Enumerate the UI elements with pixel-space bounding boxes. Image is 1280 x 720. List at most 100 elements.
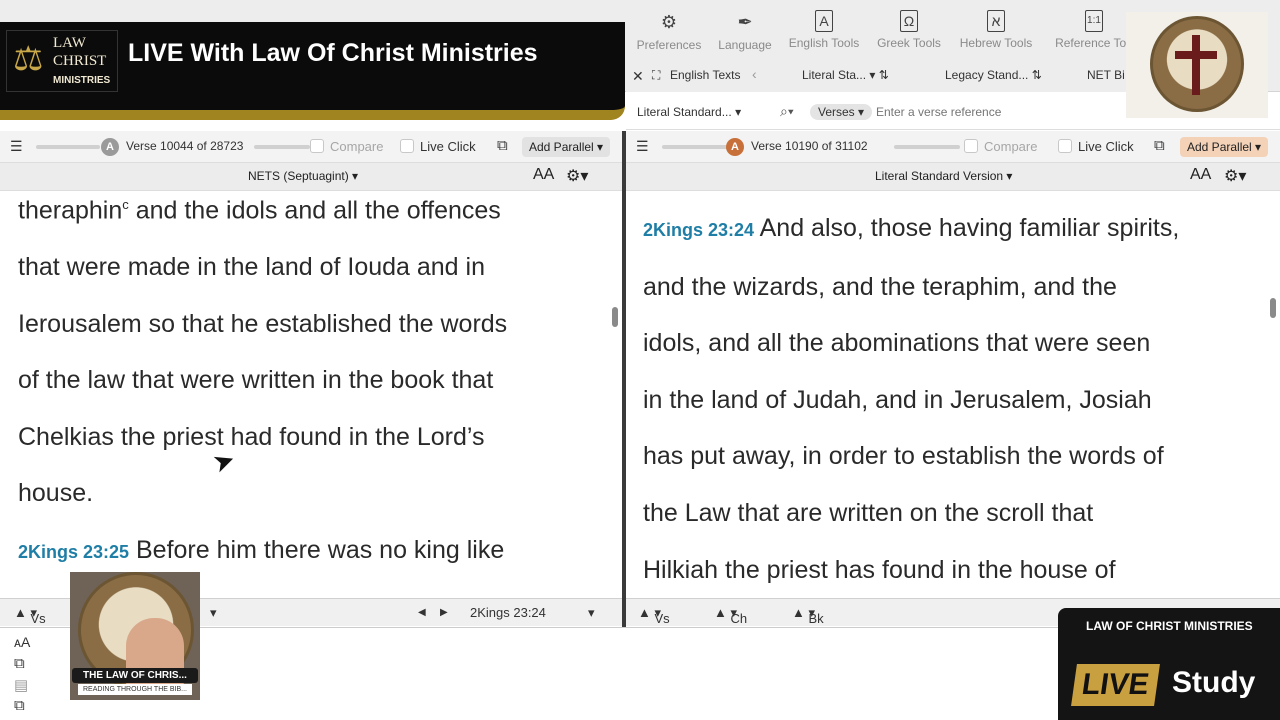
passage-line: house. <box>18 479 94 508</box>
verse-nav[interactable]: ▲ Vs ▾ <box>638 605 670 626</box>
right-tab-row: ✕ ⛶ English Texts ‹ Literal Sta... ▾ ⇅ L… <box>626 58 1126 92</box>
passage-line: idols, and all the abominations that wer… <box>643 329 1151 358</box>
passage-line: Hilkiah the priest has found in the hous… <box>643 555 1116 584</box>
nav-dropdown-icon[interactable]: ▾ <box>210 605 217 621</box>
left-scrollbar-thumb[interactable] <box>612 307 618 327</box>
english-tools-tool[interactable]: A English Tools <box>779 10 869 50</box>
close-icon[interactable]: ✕ <box>632 68 644 85</box>
passage-line: and the wizards, and the teraphim, and t… <box>643 272 1117 301</box>
passage-line: the Law that are written on the scroll t… <box>643 498 1094 527</box>
live-click-toggle[interactable]: Live Click <box>1058 139 1134 154</box>
hebrew-tools-icon: א <box>987 10 1005 32</box>
compare-checkbox[interactable] <box>964 139 978 153</box>
verse-reference[interactable]: 2Kings 23:24 <box>643 220 754 240</box>
layers-icon[interactable]: ⧉ <box>14 697 25 714</box>
verse-slider-track[interactable] <box>662 145 732 149</box>
verse-reference[interactable]: 2Kings 23:25 <box>18 542 129 562</box>
verse-nav[interactable]: ▲ Vs ▾ <box>14 605 46 626</box>
tab-group-english-texts[interactable]: English Texts <box>670 68 740 82</box>
copy-icon[interactable]: ⧉ <box>14 655 25 672</box>
tab-literal-standard[interactable]: Literal Sta... ▾ ⇅ <box>802 68 889 82</box>
version-badge: A <box>101 138 119 156</box>
stream-banner: ⚖ LAW CHRIST MINISTRIES LIVE With Law Of… <box>0 22 625 120</box>
list-icon[interactable]: ☰ <box>636 138 649 155</box>
passage-line: Chelkias the priest had found in the Lor… <box>18 422 485 451</box>
clipboard-icon[interactable]: ▤ <box>14 676 28 694</box>
gear-icon[interactable]: ⚙▾ <box>566 166 588 186</box>
compare-slider[interactable] <box>894 145 960 149</box>
greek-tools-tool[interactable]: Ω Greek Tools <box>864 10 954 50</box>
passage-line: theraphinc and the idols and all the off… <box>18 196 501 225</box>
copy-icon[interactable]: ⧉ <box>497 137 508 154</box>
ministry-logo: ⚖ LAW CHRIST MINISTRIES <box>6 30 118 92</box>
right-resource-bar: Literal Standard Version ▾ AA ⚙▾ <box>626 163 1280 191</box>
chevron-left-icon[interactable]: ‹ <box>752 66 757 82</box>
right-pane-toolbar: ☰ A Verse 10190 of 31102 Compare Live Cl… <box>626 131 1280 163</box>
passage-line: Ierousalem so that he established the wo… <box>18 309 508 338</box>
quill-icon: ✒ <box>737 12 753 32</box>
book-nav[interactable]: ▲ Bk ▾ <box>792 605 824 626</box>
tab-legacy-standard[interactable]: Legacy Stand... ⇅ <box>945 68 1042 82</box>
tab-net-bible[interactable]: NET Bi <box>1087 68 1125 82</box>
passage-line: 2Kings 23:24 And also, those having fami… <box>643 214 1180 242</box>
font-size-icon[interactable]: ᴀA <box>14 634 30 650</box>
passage-line: that were made in the land of Iouda and … <box>18 252 485 281</box>
right-text-pane: 2Kings 23:24 And also, those having fami… <box>626 191 1266 598</box>
verse-slider-track[interactable] <box>36 145 100 149</box>
reference-display[interactable]: 2Kings 23:24 <box>470 605 546 620</box>
compare-slider[interactable] <box>254 145 310 149</box>
passage-line: has put away, in order to establish the … <box>643 442 1164 471</box>
study-label: Study <box>1172 666 1256 699</box>
copy-icon[interactable]: ⧉ <box>1154 137 1165 154</box>
ministry-seal-overlay <box>1126 12 1268 118</box>
version-badge: A <box>726 138 744 156</box>
scope-select[interactable]: Verses ▾ <box>810 104 873 120</box>
compare-toggle[interactable]: Compare <box>310 139 383 154</box>
expand-icon[interactable]: ⛶ <box>652 68 660 83</box>
font-size-icon[interactable]: AA <box>533 166 554 184</box>
add-parallel-button[interactable]: Add Parallel ▾ <box>1180 137 1269 157</box>
live-box-title: LAW OF CHRIST MINISTRIES <box>1086 619 1253 633</box>
resource-select[interactable]: NETS (Septuagint) ▾ <box>248 169 358 183</box>
left-pane-toolbar: ☰ A Verse 10044 of 28723 Compare Live Cl… <box>0 131 622 163</box>
compare-toggle[interactable]: Compare <box>964 139 1037 154</box>
resource-select[interactable]: Literal Standard Version ▾ <box>875 169 1012 183</box>
live-click-checkbox[interactable] <box>1058 139 1072 153</box>
live-click-toggle[interactable]: Live Click <box>400 139 476 154</box>
chapter-nav[interactable]: ▲ Ch ▾ <box>714 605 747 626</box>
right-passage: 2Kings 23:24 And also, those having fami… <box>643 200 1263 598</box>
left-text-pane: theraphinc and the idols and all the off… <box>0 191 606 598</box>
presenter-subtitle: READING THROUGH THE BIB... <box>78 684 192 695</box>
passage-line: in the land of Judah, and in Jerusalem, … <box>643 385 1152 414</box>
gears-icon: ⚙ <box>660 12 678 32</box>
compare-checkbox[interactable] <box>310 139 324 153</box>
passage-line: of the law that were written in the book… <box>18 366 494 395</box>
left-passage: theraphinc and the idols and all the off… <box>18 191 606 598</box>
version-select[interactable]: Literal Standard... ▾ <box>637 105 741 119</box>
live-click-checkbox[interactable] <box>400 139 414 153</box>
prev-arrow-icon[interactable]: ◀ <box>418 607 426 618</box>
search-icon[interactable]: ⌕▾ <box>780 103 794 120</box>
reference-tools-icon: 1:1 <box>1085 10 1103 32</box>
live-label: LIVE <box>1071 664 1160 706</box>
presenter-name: THE LAW OF CHRIS... <box>72 668 198 683</box>
cross-bar <box>1175 51 1217 59</box>
next-arrow-icon[interactable]: ▶ <box>440 607 448 618</box>
greek-tools-icon: Ω <box>900 10 918 32</box>
webcam-overlay: THE LAW OF CHRIS... READING THROUGH THE … <box>70 572 200 700</box>
hebrew-tools-tool[interactable]: א Hebrew Tools <box>951 10 1041 50</box>
verse-counter: Verse 10044 of 28723 <box>126 139 244 153</box>
list-icon[interactable]: ☰ <box>10 138 23 155</box>
font-size-icon[interactable]: AA <box>1190 166 1211 184</box>
live-study-overlay: LAW OF CHRIST MINISTRIES LIVE Study <box>1058 608 1280 720</box>
right-scrollbar-thumb[interactable] <box>1270 298 1276 318</box>
cross-icon <box>1192 35 1200 95</box>
left-resource-bar: NETS (Septuagint) ▾ AA ⚙▾ <box>0 163 622 191</box>
add-parallel-button[interactable]: Add Parallel ▾ <box>522 137 611 157</box>
scales-icon: ⚖ <box>13 41 44 78</box>
gear-icon[interactable]: ⚙▾ <box>1224 166 1246 186</box>
language-tool[interactable]: ✒ Language <box>700 10 790 52</box>
seal-emblem <box>1150 16 1244 112</box>
reference-dropdown-icon[interactable]: ▾ <box>588 605 595 621</box>
verse-counter: Verse 10190 of 31102 <box>751 139 868 153</box>
